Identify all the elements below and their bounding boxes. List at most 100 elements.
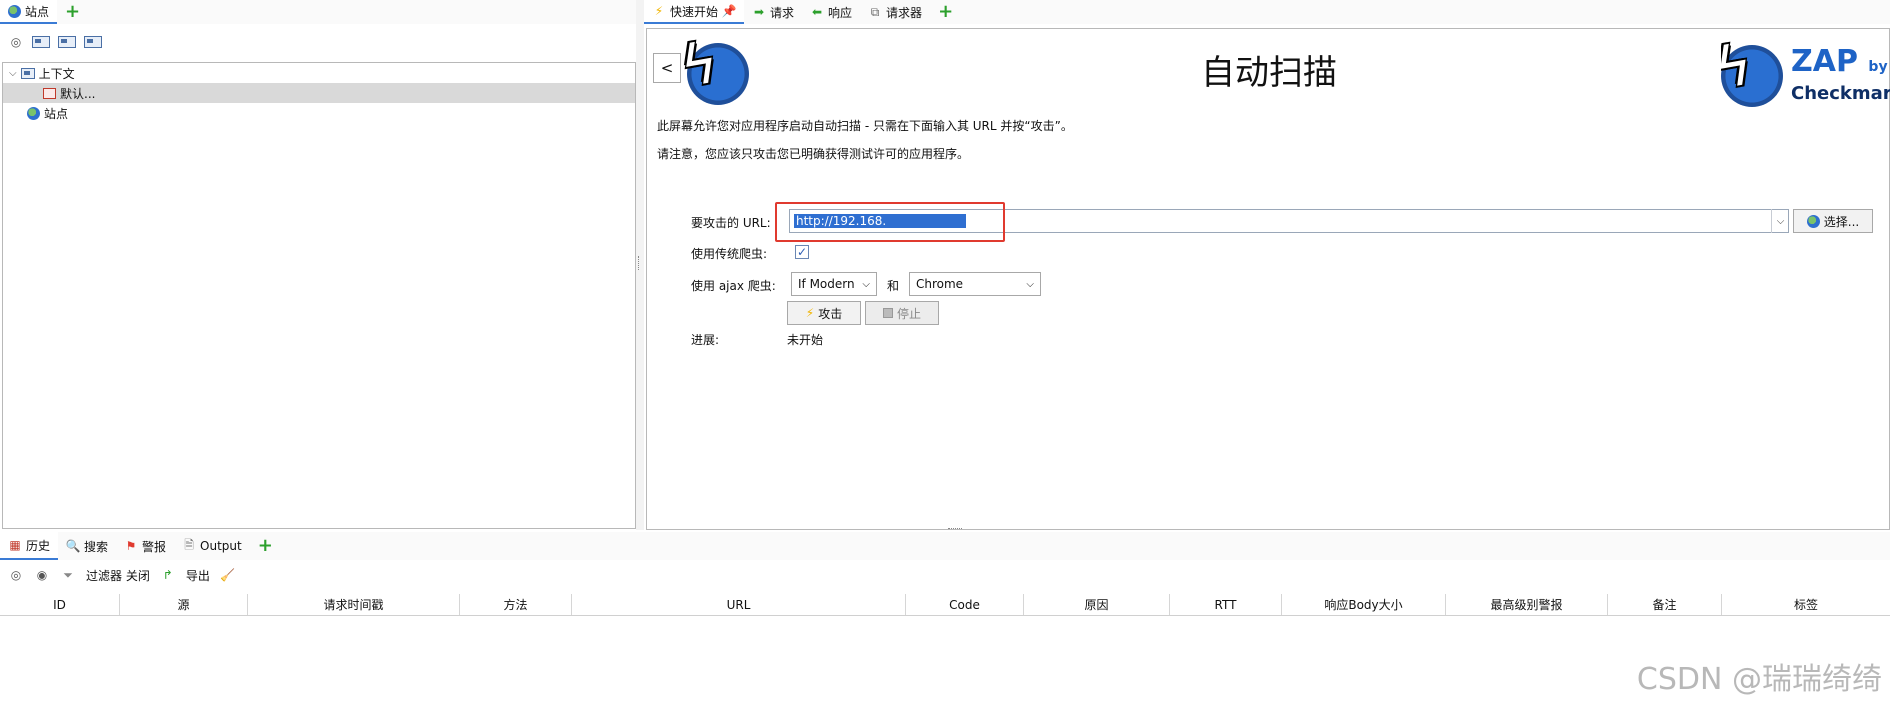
plus-icon: +	[65, 1, 81, 22]
context-icon	[43, 87, 56, 99]
browser-value: Chrome	[916, 277, 964, 291]
tab-requester[interactable]: ⧉ 请求器	[860, 0, 930, 24]
tree-item-sites[interactable]: 站点	[3, 103, 635, 123]
tab-alerts[interactable]: ⚑ 警报	[116, 532, 174, 560]
select-url-label: 选择...	[1823, 214, 1860, 229]
stop-button[interactable]: 停止	[865, 301, 939, 325]
splitter-grip-icon	[638, 256, 640, 270]
column-header-id[interactable]: ID	[0, 594, 120, 615]
column-header-code[interactable]: Code	[906, 594, 1024, 615]
column-header-url[interactable]: URL	[572, 594, 906, 615]
column-header-highest-alert[interactable]: 最高级别警报	[1446, 594, 1608, 615]
ajax-mode-select[interactable]: If Modern ⌵	[791, 272, 877, 296]
filter-icon[interactable]: ⏷	[60, 567, 76, 583]
add-tab-button[interactable]: +	[57, 0, 88, 24]
vertical-splitter[interactable]	[636, 0, 644, 530]
description-line-2: 请注意，您应该只攻击您已明确获得测试许可的应用程序。	[657, 147, 970, 161]
export-icon[interactable]: ↱	[160, 567, 176, 583]
tab-request[interactable]: ➡ 请求	[744, 0, 802, 24]
add-tab-button[interactable]: +	[930, 0, 961, 24]
attack-button[interactable]: ⚡ 攻击	[787, 301, 861, 325]
stop-label: 停止	[896, 306, 921, 321]
settings-icon[interactable]: ◎	[8, 567, 24, 583]
column-header-note[interactable]: 备注	[1608, 594, 1722, 615]
export-context-icon[interactable]	[84, 36, 102, 48]
tab-search[interactable]: 🔍 搜索	[58, 532, 116, 560]
search-icon: 🔍	[65, 539, 81, 553]
import-context-icon[interactable]	[58, 36, 76, 48]
globe-icon	[8, 4, 21, 18]
chevron-down-icon: ⌵	[862, 278, 870, 290]
sites-toolbar: ◎	[0, 24, 636, 60]
pin-icon[interactable]: 📌	[722, 4, 737, 18]
traditional-spider-checkbox[interactable]: ✓	[795, 245, 809, 259]
arrow-left-icon: ⬅	[812, 5, 823, 19]
calendar-icon: ▦	[9, 538, 21, 552]
plus-icon: +	[938, 1, 954, 22]
tab-history[interactable]: ▦ 历史	[0, 532, 59, 560]
tab-sites[interactable]: 站点	[0, 0, 58, 24]
zap-checkmarx-logo: ϟ ZAP by Checkmarx	[1721, 39, 1890, 111]
tab-label: 请求器	[886, 5, 923, 20]
lightning-icon: ⚡	[654, 4, 664, 18]
column-header-rtt[interactable]: RTT	[1170, 594, 1282, 615]
tab-sites-label: 站点	[25, 4, 50, 19]
column-header-timestamp[interactable]: 请求时间戳	[248, 594, 460, 615]
tab-label: 历史	[26, 538, 51, 553]
browser-select[interactable]: Chrome ⌵	[909, 272, 1041, 296]
quick-start-content: < ϟ 自动扫描 ϟ ZAP by Checkmarx 此屏幕允许您对应用程序启…	[646, 28, 1890, 530]
url-label: 要攻击的 URL:	[691, 216, 771, 230]
chevron-down-icon: ⌵	[1026, 278, 1034, 290]
tab-label: 响应	[828, 5, 853, 20]
highlight-box	[775, 202, 1005, 242]
traditional-spider-label: 使用传统爬虫:	[691, 247, 768, 261]
tab-label: Output	[200, 539, 242, 553]
tab-label: 请求	[770, 5, 795, 20]
attack-label[interactable]: 攻击	[818, 305, 842, 322]
tab-label: 警报	[142, 539, 167, 554]
column-header-reason[interactable]: 原因	[1024, 594, 1170, 615]
tree-item-label: 默认...	[60, 86, 96, 101]
tree-item-contexts[interactable]: ⌵ 上下文	[3, 63, 635, 83]
column-header-source[interactable]: 源	[120, 594, 248, 615]
ajax-spider-label: 使用 ajax 爬虫:	[691, 279, 776, 293]
column-header-method[interactable]: 方法	[460, 594, 572, 615]
tree-item-label: 上下文	[38, 66, 75, 81]
broom-icon[interactable]: 🧹	[220, 567, 236, 583]
tab-quick-start[interactable]: ⚡ 快速开始 📌	[644, 0, 745, 24]
workspace-panel: ⚡ 快速开始 📌 ➡ 请求 ⬅ 响应 ⧉ 请求器 + < ϟ 自动扫描 ϟ ZA…	[644, 0, 1890, 530]
url-dropdown-chevron-icon[interactable]: ⌵	[1771, 209, 1789, 233]
select-url-button[interactable]: 选择...	[1793, 209, 1873, 233]
filter-status[interactable]: 过滤器 关闭	[86, 567, 150, 584]
globe-icon	[27, 106, 40, 120]
export-label[interactable]: 导出	[186, 567, 210, 584]
description-line-1: 此屏幕允许您对应用程序启动自动扫描 - 只需在下面输入其 URL 并按“攻击”。	[657, 119, 1073, 133]
new-context-icon[interactable]	[32, 36, 50, 48]
tab-label: 快速开始	[670, 4, 719, 19]
tab-output[interactable]: 🗎 Output	[174, 532, 250, 560]
plus-icon: +	[257, 535, 273, 556]
logo-zap-text: ZAP	[1791, 44, 1858, 79]
page-title: 自动扫描	[1201, 53, 1337, 93]
progress-label: 进展:	[691, 333, 720, 347]
sites-tree: ⌵ 上下文 默认... 站点	[2, 62, 636, 529]
splitter-grip-icon[interactable]	[948, 528, 962, 530]
tab-response[interactable]: ⬅ 响应	[802, 0, 860, 24]
and-label: 和	[887, 279, 900, 293]
history-table-body[interactable]	[0, 616, 1890, 706]
document-icon: 🗎	[184, 537, 194, 552]
settings-icon[interactable]: ◎	[8, 34, 24, 50]
ajax-mode-value: If Modern	[798, 277, 855, 291]
column-header-tags[interactable]: 标签	[1722, 594, 1890, 615]
add-tab-button[interactable]: +	[250, 532, 281, 560]
record-icon[interactable]: ◉	[34, 567, 50, 583]
column-header-body-size[interactable]: 响应Body大小	[1282, 594, 1446, 615]
watermark: CSDN @瑞瑞绮绮	[1636, 662, 1882, 697]
chevron-down-icon[interactable]: ⌵	[9, 68, 17, 79]
history-toolbar: ◎ ◉ ⏷ 过滤器 关闭 ↱ 导出 🧹	[0, 560, 1890, 590]
sites-panel: 站点 + ◎ ⌵ 上下文 默认... 站点	[0, 0, 636, 530]
tree-item-default-context[interactable]: 默认...	[3, 83, 635, 103]
lightning-icon: ⚡	[805, 306, 815, 320]
flag-icon: ⚑	[125, 539, 137, 553]
bottom-tab-bar: ▦ 历史 🔍 搜索 ⚑ 警报 🗎 Output +	[0, 532, 1890, 560]
